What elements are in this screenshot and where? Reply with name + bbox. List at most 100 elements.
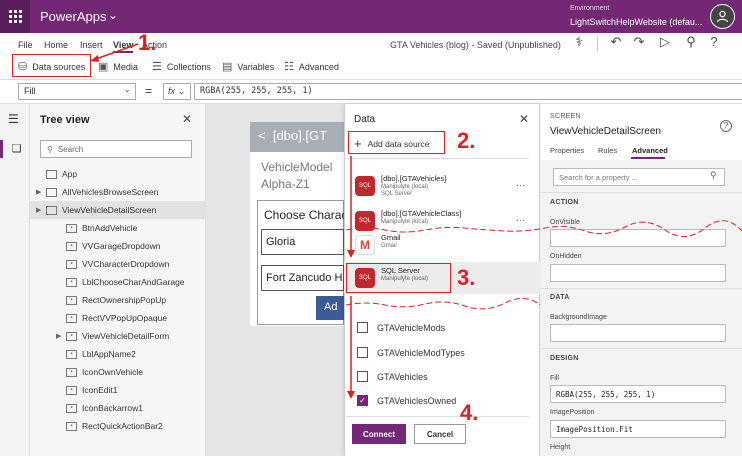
data-source-name: [dbo].[GTAVehicleClass] — [381, 209, 462, 218]
table-checkbox-row[interactable]: GTAVehicleModTypes — [357, 347, 465, 358]
sql-server-icon: SQL — [355, 211, 375, 231]
table-checkbox[interactable] — [357, 347, 368, 358]
prop-label-imageposition: ImagePosition — [550, 409, 595, 416]
close-icon[interactable]: ✕ — [182, 112, 192, 126]
menu-file[interactable]: File — [18, 40, 33, 50]
fill-input[interactable]: RGBA(255, 255, 255, 1) — [550, 385, 726, 403]
prop-label-onhidden: OnHidden — [550, 253, 582, 260]
tree-item[interactable]: ▪ VVCharacterDropdown — [30, 255, 206, 273]
tree-item[interactable]: ▪ RectQuickActionBar2 — [30, 417, 206, 435]
preview-add-button[interactable]: Ad — [316, 296, 344, 320]
menu-insert[interactable]: Insert — [80, 40, 103, 50]
selected-screen-name: ViewVehicleDetailScreen — [550, 126, 661, 137]
tree-item[interactable]: ▪ IconOwnVehicle — [30, 363, 206, 381]
environment-name[interactable]: LightSwitchHelpWebsite (defau... — [570, 17, 702, 27]
section-action-title: ACTION — [550, 199, 579, 206]
preview-character-dropdown[interactable]: Gloria — [261, 229, 344, 255]
tab-properties[interactable]: Properties — [550, 146, 584, 155]
tree-item[interactable]: ▶ ▪ ViewVehicleDetailForm — [30, 327, 206, 345]
data-source-name: Gmail — [381, 233, 401, 242]
control-icon: ▪ — [66, 259, 77, 269]
media-label: Media — [113, 61, 138, 72]
chevron-down-icon[interactable]: ⌄ — [108, 8, 118, 22]
tree-item[interactable]: ▶ AllVehiclesBrowseScreen — [30, 183, 206, 201]
data-source-item[interactable]: SQL [dbo].[GTAVehicles] Manipulyte (loca… — [355, 174, 525, 206]
tree-item[interactable]: ▪ BtnAddVehicle — [30, 219, 206, 237]
tree-item[interactable]: ▪ VVGarageDropdown — [30, 237, 206, 255]
share-user-icon[interactable]: ⚲ — [682, 34, 700, 50]
tree-item-label: VVGarageDropdown — [82, 241, 161, 251]
tree-item[interactable]: ▶ ViewVehicleDetailScreen — [30, 201, 206, 219]
data-source-type: SQL Server — [381, 191, 413, 197]
tree-search-input[interactable]: ⚲ Search — [40, 140, 192, 158]
fx-button[interactable]: fx ⌄ — [163, 83, 191, 100]
help-icon[interactable]: ? — [705, 34, 723, 49]
table-checkbox-checked[interactable]: ✓ — [357, 395, 368, 406]
tree-item[interactable]: App — [30, 165, 206, 183]
layers-icon[interactable]: ❏ — [0, 140, 30, 158]
tree-item[interactable]: ▪ RectOwnershipPopUp — [30, 291, 206, 309]
caret-right-icon[interactable]: ▶ — [36, 206, 46, 214]
caret-right-icon[interactable]: ▶ — [56, 332, 66, 340]
control-icon: ▪ — [66, 421, 77, 431]
advanced-button[interactable]: ☷ Advanced — [284, 60, 339, 73]
chevron-down-icon[interactable]: ⌄ — [124, 85, 131, 94]
help-icon[interactable]: ? — [720, 120, 732, 132]
data-source-item-gmail[interactable]: M Gmail Gmail — [355, 233, 525, 265]
collections-button[interactable]: ☰ Collections — [152, 60, 211, 73]
table-checkbox-row[interactable]: GTAVehicles — [357, 371, 428, 382]
hamburger-icon[interactable]: ☰ — [8, 112, 19, 126]
annotation-number-3: 3. — [457, 265, 476, 290]
preview-garage-dropdown[interactable]: Fort Zancudo Ha — [261, 265, 344, 291]
tree-item-label: IconEdit1 — [82, 385, 118, 395]
caret-right-icon[interactable]: ▶ — [36, 188, 46, 196]
data-source-name: [dbo].[GTAVehicles] — [381, 174, 447, 183]
more-options-icon[interactable]: ··· — [516, 215, 525, 225]
equals-sign: = — [145, 84, 153, 98]
variables-icon: ▤ — [222, 61, 233, 73]
media-button[interactable]: ▣ Media — [98, 60, 138, 73]
property-dropdown[interactable]: Fill — [18, 83, 136, 100]
preview-header[interactable]: < [dbo].[GT — [250, 122, 344, 152]
undo-icon[interactable]: ↶ — [607, 34, 625, 50]
table-checkbox-row[interactable]: GTAVehicleMods — [357, 322, 445, 333]
user-avatar[interactable] — [710, 4, 735, 29]
menu-home[interactable]: Home — [44, 40, 68, 50]
annotation-number-2: 2. — [457, 128, 476, 153]
menu-view[interactable]: View — [113, 40, 133, 50]
collections-label: Collections — [166, 61, 211, 72]
more-options-icon[interactable]: ··· — [516, 180, 525, 190]
table-checkbox-row[interactable]: ✓ GTAVehiclesOwned — [357, 395, 456, 406]
table-checkbox[interactable] — [357, 371, 368, 382]
data-panel-title: Data — [354, 114, 376, 125]
onvisible-input[interactable] — [550, 229, 726, 247]
tree-item[interactable]: ▪ IconBackarrow1 — [30, 399, 206, 417]
app-checker-icon[interactable]: ⚕ — [570, 34, 588, 50]
onhidden-input[interactable] — [550, 264, 726, 282]
variables-button[interactable]: ▤ Variables — [222, 60, 274, 73]
backgroundimage-input[interactable] — [550, 324, 726, 342]
fx-label: fx — [168, 86, 176, 96]
tree-item[interactable]: ▪ LblChooseCharAndGarage — [30, 273, 206, 291]
close-icon[interactable]: ✕ — [519, 112, 529, 126]
tab-rules[interactable]: Rules — [598, 146, 617, 155]
tab-advanced[interactable]: Advanced — [632, 146, 668, 155]
cancel-button[interactable]: Cancel — [414, 424, 466, 444]
annotation-box-data-sources — [12, 54, 91, 77]
redo-icon[interactable]: ↷ — [630, 34, 648, 50]
property-search-input[interactable]: Search for a property ... — [553, 168, 725, 186]
formula-input[interactable]: RGBA(255, 255, 255, 1) — [194, 83, 742, 100]
tree-list: App ▶ AllVehiclesBrowseScreen ▶ ViewVehicleD… — [30, 165, 206, 435]
selected-kind: SCREEN — [550, 113, 581, 120]
table-checkbox[interactable] — [357, 322, 368, 333]
connect-button[interactable]: Connect — [352, 424, 406, 444]
imageposition-input[interactable]: ImagePosition.Fit — [550, 420, 726, 438]
media-icon: ▣ — [98, 61, 109, 73]
back-arrow-icon: < — [258, 128, 266, 143]
tree-item[interactable]: ▪ LblAppName2 — [30, 345, 206, 363]
tree-item[interactable]: ▪ IconEdit1 — [30, 381, 206, 399]
play-icon[interactable]: ▷ — [656, 34, 674, 50]
app-launcher-icon[interactable] — [0, 0, 30, 33]
tree-item[interactable]: ▪ RectVVPopUpOpaque — [30, 309, 206, 327]
control-icon: ▪ — [66, 331, 77, 341]
